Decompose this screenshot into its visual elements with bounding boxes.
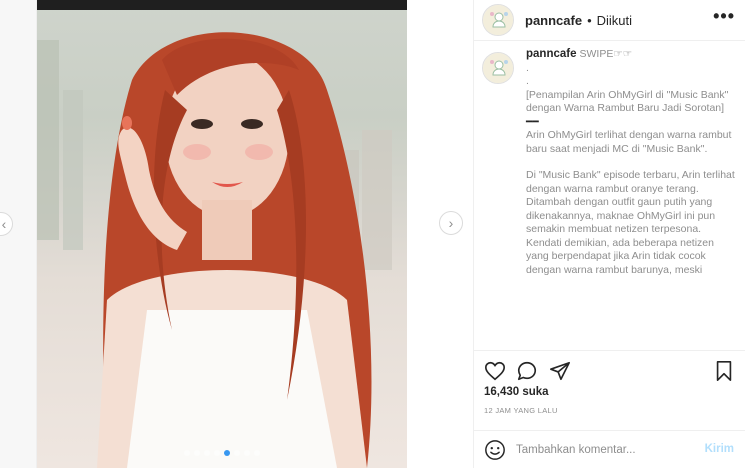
carousel-dot [244,450,250,456]
caption-avatar[interactable] [482,52,514,84]
follow-status-button[interactable]: Diikuti [597,13,632,28]
post-comment-button[interactable]: Kirim [705,443,734,455]
caption-lead: SWIPE☞☞ [579,48,633,60]
header-separator: • [587,12,592,28]
comments-area[interactable]: panncafe SWIPE☞☞ . . [Penampilan Arin OhM… [474,48,745,345]
mid-gutter [407,0,473,468]
carousel-dot [204,450,210,456]
caption-username[interactable]: panncafe [526,48,577,60]
comment-input[interactable] [516,443,696,456]
caption-divider: ━━ [526,115,539,128]
like-count[interactable]: 16,430 suka [484,386,549,398]
smiley-icon[interactable] [484,439,506,461]
caption-dot: . [526,61,529,74]
caption-paragraph: Di "Music Bank" episode terbaru, Arin te… [526,169,735,276]
post-photo[interactable] [37,0,407,468]
add-comment-bar: Kirim [474,430,745,468]
paper-plane-icon[interactable] [549,360,571,382]
chevron-right-icon[interactable]: › [439,211,463,235]
photo-illustration [37,0,407,468]
carousel-dot [234,450,240,456]
carousel-dot [224,450,230,456]
post-side-panel: panncafe • Diikuti ••• panncafe SWIPE☞☞ .… [473,0,745,468]
action-bar [474,350,745,388]
bookmark-icon[interactable] [714,360,734,382]
caption-paragraph: Arin OhMyGirl terlihat dengan warna ramb… [526,129,732,155]
caption-comment: panncafe SWIPE☞☞ . . [Penampilan Arin OhM… [474,48,745,277]
caption-text: panncafe SWIPE☞☞ . . [Penampilan Arin OhM… [526,48,738,277]
carousel-dot [254,450,260,456]
carousel-indicator [37,450,407,456]
caption-title: [Penampilan Arin OhMyGirl di "Music Bank… [526,88,729,115]
more-options-icon[interactable]: ••• [713,6,735,27]
comment-bubble-icon[interactable] [516,360,538,382]
post-header: panncafe • Diikuti [474,0,745,41]
carousel-dot [214,450,220,456]
post-username[interactable]: panncafe [525,13,582,28]
post-timestamp[interactable]: 12 JAM YANG LALU [484,406,558,415]
carousel-dot [184,450,190,456]
heart-icon[interactable] [484,360,506,382]
avatar[interactable] [482,4,514,36]
caption-dot: . [526,75,529,87]
carousel-dot [194,450,200,456]
